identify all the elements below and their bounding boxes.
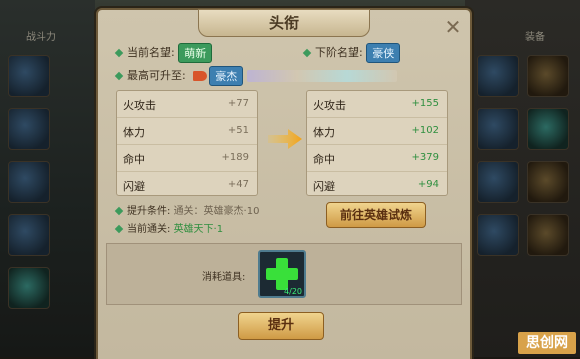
stat-value: +47 bbox=[227, 179, 249, 190]
stat-value: +379 bbox=[411, 152, 439, 163]
current-clear-value: 英雄天下·1 bbox=[173, 224, 224, 235]
next-fame-label: 下阶名望: bbox=[315, 46, 363, 59]
plus-icon-bar bbox=[266, 268, 298, 280]
arrow-right-icon bbox=[268, 129, 302, 149]
close-button[interactable]: ✕ bbox=[442, 16, 464, 38]
close-icon: ✕ bbox=[444, 15, 462, 39]
stat-row: 闪避 +47 bbox=[117, 172, 257, 198]
background-slot bbox=[8, 108, 50, 150]
background-slot bbox=[8, 55, 50, 97]
current-fame-badge: 萌新 bbox=[178, 43, 213, 63]
background-slot bbox=[477, 161, 519, 203]
goto-trial-button[interactable]: 前往英雄试炼 bbox=[326, 202, 426, 228]
current-clear-label: 当前通关: bbox=[127, 224, 171, 235]
background-slot bbox=[527, 161, 569, 203]
item-count: 4/20 bbox=[284, 287, 302, 296]
stat-value: +94 bbox=[417, 179, 439, 190]
background-slot bbox=[8, 214, 50, 256]
background-slot bbox=[8, 161, 50, 203]
max-fame-label: 最高可升至: bbox=[127, 69, 186, 82]
title-dialog: 头衔 ✕ 当前名望: 萌新 下阶名望: 豪侠 最高可升至: 豪杰 火攻击 +77… bbox=[96, 8, 472, 359]
current-clear-row: 当前通关: 英雄天下·1 bbox=[114, 220, 224, 235]
watermark-logo: 思创网 bbox=[518, 332, 576, 354]
current-fame-label: 当前名望: bbox=[127, 46, 175, 59]
consume-label: 消耗道具: bbox=[202, 272, 246, 283]
stat-value: +155 bbox=[411, 98, 439, 109]
stat-row: 体力 +102 bbox=[307, 118, 447, 145]
stat-row: 火攻击 +77 bbox=[117, 91, 257, 118]
max-fame-row: 最高可升至: 豪杰 bbox=[114, 66, 397, 86]
stat-name: 火攻击 bbox=[123, 99, 156, 112]
stat-row: 火攻击 +155 bbox=[307, 91, 447, 118]
background-label: 战斗力 bbox=[26, 32, 56, 43]
diamond-icon bbox=[114, 71, 124, 81]
horn-icon bbox=[193, 71, 208, 81]
next-stats-panel: 火攻击 +155 体力 +102 命中 +379 闪避 +94 bbox=[306, 90, 448, 196]
stat-value: +189 bbox=[221, 152, 249, 163]
background-slot bbox=[8, 267, 50, 309]
stat-value: +77 bbox=[227, 98, 249, 109]
diamond-icon bbox=[114, 224, 124, 234]
stat-row: 体力 +51 bbox=[117, 118, 257, 145]
background-slot bbox=[527, 214, 569, 256]
diamond-icon bbox=[114, 48, 124, 58]
stat-name: 闪避 bbox=[123, 180, 145, 193]
next-fame-row: 下阶名望: 豪侠 bbox=[302, 43, 401, 63]
next-fame-badge: 豪侠 bbox=[366, 43, 401, 63]
diamond-icon bbox=[114, 206, 124, 216]
background-left-panel: 战斗力 bbox=[0, 0, 95, 357]
upgrade-condition-label: 提升条件: bbox=[127, 206, 171, 217]
background-slot bbox=[527, 108, 569, 150]
stat-name: 体力 bbox=[123, 126, 145, 139]
upgrade-condition-value: 通关：英雄豪杰·10 bbox=[173, 206, 260, 217]
stat-name: 命中 bbox=[123, 153, 145, 166]
stat-name: 命中 bbox=[313, 153, 335, 166]
diamond-icon bbox=[302, 48, 312, 58]
stat-row: 命中 +379 bbox=[307, 145, 447, 172]
max-fame-badge: 豪杰 bbox=[209, 66, 244, 86]
background-slot bbox=[527, 55, 569, 97]
background-slot bbox=[477, 55, 519, 97]
stat-value: +51 bbox=[227, 125, 249, 136]
upgrade-button[interactable]: 提升 bbox=[238, 312, 324, 340]
current-fame-row: 当前名望: 萌新 bbox=[114, 43, 213, 63]
stat-name: 闪避 bbox=[313, 180, 335, 193]
background-slot bbox=[477, 108, 519, 150]
blurred-region bbox=[246, 70, 397, 82]
background-slot bbox=[477, 214, 519, 256]
stat-name: 体力 bbox=[313, 126, 335, 139]
stat-value: +102 bbox=[411, 125, 439, 136]
dialog-title: 头衔 bbox=[198, 9, 370, 37]
stat-row: 闪避 +94 bbox=[307, 172, 447, 198]
background-label: 装备 bbox=[525, 32, 545, 43]
upgrade-condition-row: 提升条件: 通关：英雄豪杰·10 bbox=[114, 202, 260, 217]
current-stats-panel: 火攻击 +77 体力 +51 命中 +189 闪避 +47 bbox=[116, 90, 258, 196]
upgrade-item-slot[interactable]: 4/20 bbox=[258, 250, 306, 298]
stat-name: 火攻击 bbox=[313, 99, 346, 112]
stat-row: 命中 +189 bbox=[117, 145, 257, 172]
background-right-panel: 装备 bbox=[465, 0, 580, 357]
